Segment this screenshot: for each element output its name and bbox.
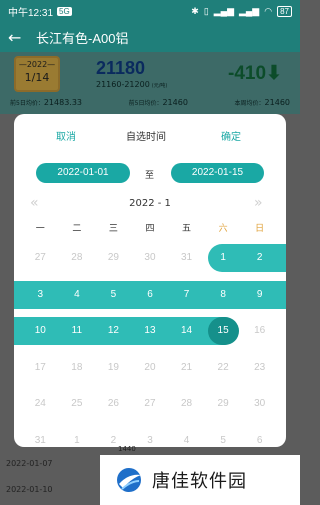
calendar-day-selected[interactable]: 6 — [132, 277, 169, 314]
bluetooth-icon: ✱ — [191, 5, 199, 16]
wifi-icon: ◠ — [264, 5, 273, 16]
weekday-label: 一 — [35, 224, 45, 234]
calendar-day-cell[interactable]: 31 — [168, 240, 205, 277]
calendar-day-cell[interactable]: 31 — [22, 423, 59, 460]
calendar-week-row: 27 28 29 30 31 1 2 — [22, 240, 286, 277]
calendar-week-row: 17 18 19 20 21 22 23 — [22, 350, 278, 387]
calendar-day-cell[interactable]: 28 — [59, 240, 96, 277]
calendar-week-row: 3456789 — [14, 277, 286, 314]
page-title: 长江有色-A00铝 — [36, 30, 129, 46]
signal-2-icon: ▂▄▆ — [239, 5, 260, 16]
calendar-day-selected[interactable]: 2 — [241, 240, 278, 277]
calendar-day-cell[interactable]: 25 — [59, 386, 96, 423]
next-month-icon[interactable]: » — [254, 195, 263, 211]
calendar-day-range-start[interactable]: 1 — [205, 240, 242, 277]
calendar-day-cell[interactable]: 29 — [205, 386, 242, 423]
calendar-day-cell[interactable]: 27 — [22, 240, 59, 277]
calendar-day-selected[interactable]: 3 — [22, 277, 59, 314]
calendar-grid: 27 28 29 30 31 1 2 3 4 5 6 7 8 9 10 11 12 13 14 15 16 17 18 19 2… — [14, 240, 286, 460]
weekday-header: 一 二 三 四 五 六 日 — [22, 221, 278, 235]
list-item[interactable]: 2022-01-07 — [6, 459, 53, 468]
calendar-day-cell[interactable]: 26 — [95, 386, 132, 423]
status-time: 中午12:31 — [8, 7, 54, 19]
month-navigation: « 2022 - 1 » — [14, 195, 286, 212]
calendar-day-cell[interactable]: 2 — [95, 423, 132, 460]
signal-icon: ▂▄▆ — [213, 5, 234, 16]
watermark-text: 唐佳软件园 — [152, 471, 247, 492]
vibrate-icon: ▯ — [203, 5, 209, 16]
weekday-label: 三 — [108, 224, 118, 234]
start-date-pill[interactable]: 2022-01-01 — [36, 163, 130, 183]
calendar-day-selected[interactable]: 9 — [241, 277, 278, 314]
calendar-day-cell[interactable]: 1 — [59, 423, 96, 460]
confirm-button[interactable]: 确定 — [221, 128, 241, 143]
calendar-day-selected[interactable]: 13 — [132, 313, 169, 350]
current-price: 21180 — [96, 58, 146, 78]
date-badge: —2022— 1/14 — [14, 56, 60, 92]
weekday-label: 二 — [72, 224, 82, 234]
calendar-day-cell[interactable]: 30 — [132, 240, 169, 277]
calendar-day-range-end[interactable]: 15 — [205, 313, 242, 350]
back-arrow-icon[interactable]: ← — [8, 28, 28, 47]
calendar-day-cell[interactable]: 28 — [168, 386, 205, 423]
calendar-day-cell[interactable]: 29 — [95, 240, 132, 277]
end-date-pill[interactable]: 2022-01-15 — [171, 163, 264, 183]
list-item[interactable]: 2022-01-10 — [6, 485, 53, 494]
sim-badge: 5G — [57, 6, 72, 16]
cancel-button[interactable]: 取消 — [56, 128, 76, 143]
weekday-label: 日 — [255, 224, 265, 234]
calendar-day-cell[interactable]: 18 — [59, 350, 96, 387]
calendar-day-cell[interactable]: 3 — [132, 423, 169, 460]
calendar-day-cell[interactable]: 6 — [241, 423, 278, 460]
badge-year: —2022— — [18, 60, 56, 69]
price-unit: (元/吨) — [151, 83, 168, 89]
day-number: 15 — [217, 325, 229, 337]
calendar-day-cell[interactable]: 20 — [132, 350, 169, 387]
calendar-day-cell[interactable]: 19 — [95, 350, 132, 387]
calendar-day-cell[interactable]: 23 — [241, 350, 278, 387]
watermark-logo-icon — [117, 468, 141, 492]
price-info-card: —2022— 1/14 21180 21160-21200 (元/吨) -410⬇… — [0, 52, 300, 114]
calendar-day-cell[interactable]: 5 — [205, 423, 242, 460]
app-header: ← 长江有色-A00铝 — [0, 22, 300, 52]
month-label: 2022 - 1 — [129, 198, 171, 209]
calendar-day-cell[interactable]: 24 — [22, 386, 59, 423]
calendar-day-cell[interactable]: 21 — [168, 350, 205, 387]
stat-item: 本周均价：21460 — [234, 98, 290, 107]
calendar-day-cell[interactable]: 4 — [168, 423, 205, 460]
calendar-day-cell[interactable]: 16 — [241, 313, 278, 350]
watermark: 唐佳软件园 — [100, 455, 300, 505]
stats-row: 前5日均价：21483.33 前5日均价：21460 本周均价：21460 — [10, 98, 290, 107]
to-label: 至 — [145, 171, 155, 181]
calendar-week-row: 10 11 12 13 14 15 16 — [14, 313, 278, 350]
calendar-day-selected[interactable]: 4 — [59, 277, 96, 314]
date-range-picker-dialog: 取消 自选时间 确定 2022-01-01 至 2022-01-15 « 202… — [14, 114, 286, 447]
calendar-day-cell[interactable]: 27 — [132, 386, 169, 423]
status-icons: ✱ ▯ ▂▄▆ ▂▄▆ ◠ 87 — [191, 5, 292, 17]
battery-icon: 87 — [277, 5, 292, 17]
calendar-day-selected[interactable]: 7 — [168, 277, 205, 314]
weekday-label: 六 — [218, 224, 228, 234]
calendar-day-selected[interactable]: 12 — [95, 313, 132, 350]
calendar-week-row: 31 1 2 3 4 5 6 — [22, 423, 278, 460]
dialog-header: 取消 自选时间 确定 — [14, 128, 286, 144]
calendar-day-cell[interactable]: 30 — [241, 386, 278, 423]
weekday-label: 四 — [145, 224, 155, 234]
calendar-day-selected[interactable]: 8 — [205, 277, 242, 314]
price-range: 21160-21200 (元/吨) — [96, 80, 168, 89]
calendar-day-selected[interactable]: 10 — [22, 313, 59, 350]
weekday-label: 五 — [182, 224, 192, 234]
calendar-day-cell[interactable]: 17 — [22, 350, 59, 387]
status-bar: 中午12:31 5G ✱ ▯ ▂▄▆ ▂▄▆ ◠ 87 — [0, 0, 300, 22]
badge-date: 1/14 — [24, 71, 50, 84]
stat-item: 前5日均价：21460 — [128, 98, 188, 107]
calendar-day-selected[interactable]: 11 — [59, 313, 96, 350]
calendar-day-cell[interactable]: 22 — [205, 350, 242, 387]
price-change: -410⬇ — [228, 63, 282, 84]
dialog-title: 自选时间 — [126, 132, 166, 143]
calendar-day-selected[interactable]: 14 — [168, 313, 205, 350]
stat-item: 前5日均价：21483.33 — [10, 98, 82, 107]
calendar-week-row: 24 25 26 27 28 29 30 — [22, 386, 278, 423]
calendar-day-selected[interactable]: 5 — [95, 277, 132, 314]
